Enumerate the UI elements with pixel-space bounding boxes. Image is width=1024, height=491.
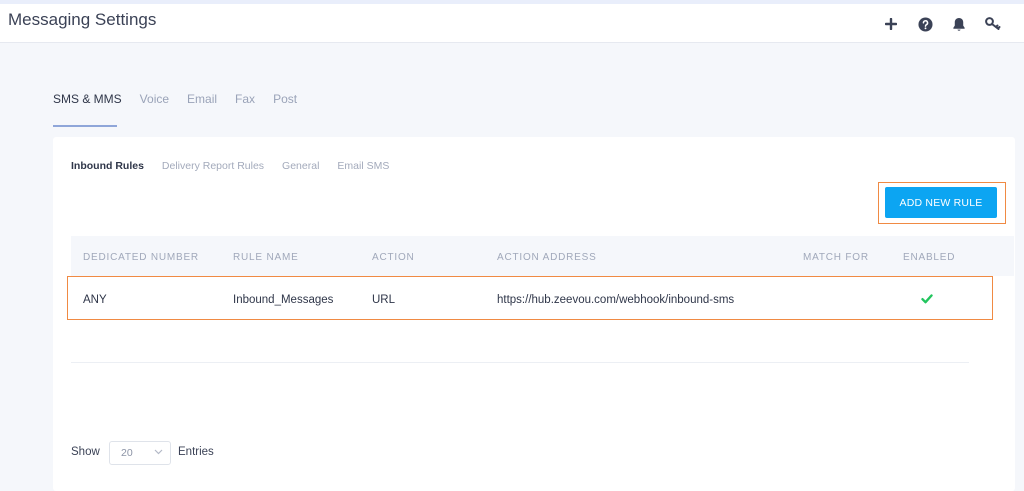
help-icon[interactable]: [908, 13, 942, 35]
add-new-rule-button[interactable]: ADD NEW RULE: [885, 187, 997, 218]
add-rule-highlight: ADD NEW RULE: [878, 182, 1006, 224]
cell-rule-name: Inbound_Messages: [233, 294, 334, 306]
tab-voice[interactable]: Voice: [140, 92, 169, 106]
top-bar: Messaging Settings: [0, 0, 1024, 43]
entries-value: 20: [121, 447, 133, 459]
rule-subtabs: Inbound Rules Delivery Report Rules Gene…: [71, 160, 407, 172]
table-header: DEDICATED NUMBER RULE NAME ACTION ACTION…: [71, 236, 1014, 276]
top-icons: [874, 13, 1010, 35]
page-title: Messaging Settings: [8, 10, 157, 29]
column-rule-name[interactable]: RULE NAME: [233, 252, 299, 263]
cell-action: URL: [372, 294, 396, 306]
cell-action-address: https://hub.zeevou.com/webhook/inbound-s…: [497, 294, 735, 306]
subtab-inbound-rules[interactable]: Inbound Rules: [71, 160, 144, 172]
tab-email[interactable]: Email: [187, 92, 217, 106]
column-match-for[interactable]: MATCH FOR: [803, 252, 869, 263]
active-tab-indicator: [53, 125, 117, 127]
column-dedicated-number[interactable]: DEDICATED NUMBER: [83, 252, 199, 263]
tab-post[interactable]: Post: [273, 92, 297, 106]
tab-fax[interactable]: Fax: [235, 92, 255, 106]
key-icon[interactable]: [976, 13, 1010, 35]
column-enabled[interactable]: ENABLED: [903, 252, 955, 263]
column-action-address[interactable]: ACTION ADDRESS: [497, 252, 597, 263]
subtab-general[interactable]: General: [282, 160, 319, 172]
plus-icon[interactable]: [874, 13, 908, 35]
chevron-down-icon: [154, 449, 163, 455]
channel-tabs: SMS & MMS Voice Email Fax Post: [53, 92, 315, 106]
enabled-check-icon: [921, 291, 933, 309]
column-action[interactable]: ACTION: [372, 252, 415, 263]
subtab-email-sms[interactable]: Email SMS: [337, 160, 389, 172]
subtab-delivery-report-rules[interactable]: Delivery Report Rules: [162, 160, 264, 172]
tab-sms-mms[interactable]: SMS & MMS: [53, 92, 122, 106]
bell-icon[interactable]: [942, 13, 976, 35]
show-label: Show: [71, 446, 100, 458]
cell-dedicated-number: ANY: [83, 294, 107, 306]
entries-label: Entries: [178, 446, 214, 458]
entries-select[interactable]: 20: [109, 441, 171, 465]
table-divider: [71, 362, 969, 363]
rules-card: Inbound Rules Delivery Report Rules Gene…: [53, 137, 1015, 491]
